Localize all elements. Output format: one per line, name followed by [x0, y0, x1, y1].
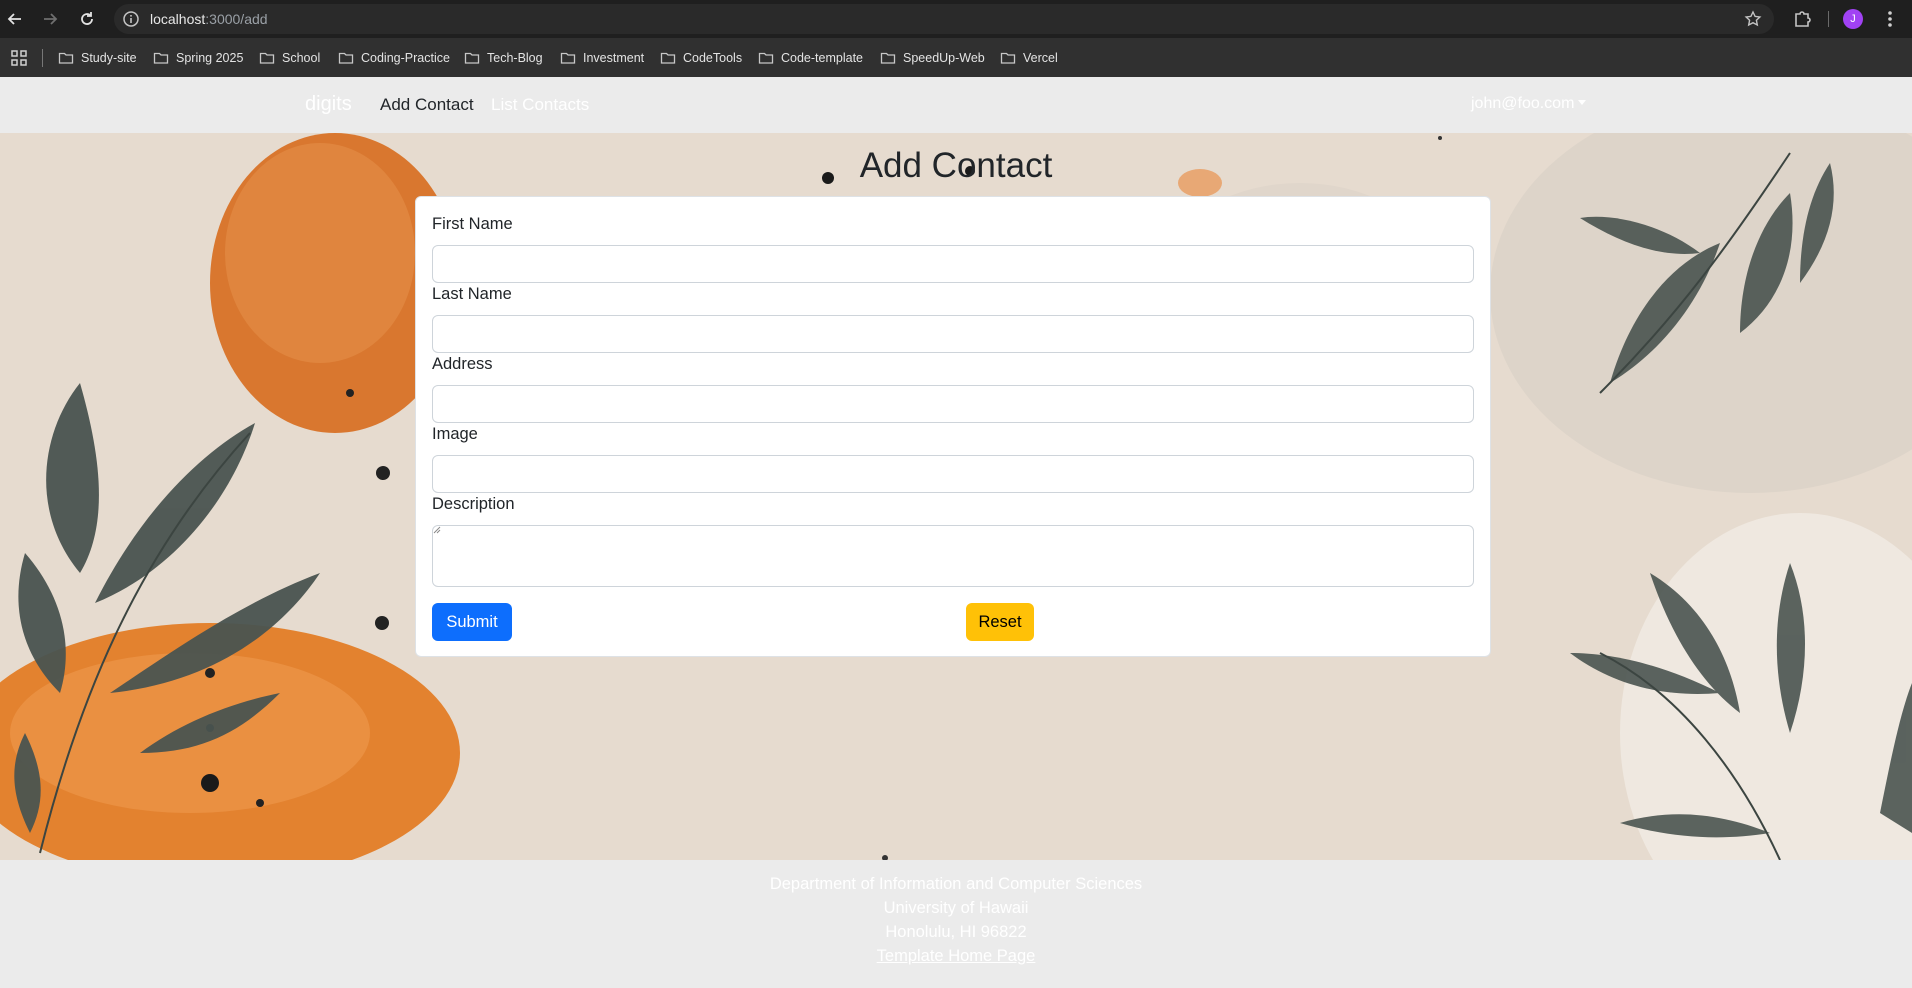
- bookmarks-bar: Study-site Spring 2025 School Coding-Pra…: [0, 38, 1912, 77]
- footer-university: University of Hawaii: [883, 899, 1029, 917]
- bookmark-study-site[interactable]: Study-site: [58, 47, 137, 69]
- folder-icon: [259, 52, 275, 64]
- reload-icon[interactable]: [75, 7, 99, 31]
- bookmark-vercel[interactable]: Vercel: [1000, 47, 1058, 69]
- reset-button[interactable]: Reset: [966, 603, 1034, 641]
- footer-department: Department of Information and Computer S…: [769, 875, 1143, 893]
- chevron-down-icon: [1578, 100, 1587, 105]
- bookmark-spring-2025[interactable]: Spring 2025: [153, 47, 243, 69]
- bookmark-investment[interactable]: Investment: [560, 47, 644, 69]
- extensions-icon[interactable]: [1792, 8, 1814, 30]
- folder-icon: [560, 52, 576, 64]
- forward-icon[interactable]: [38, 7, 62, 31]
- background-hero: Add Contact First Name Last Name Address…: [0, 133, 1912, 860]
- address-input[interactable]: [432, 385, 1474, 423]
- folder-icon: [464, 52, 480, 64]
- profile-avatar[interactable]: J: [1843, 9, 1863, 29]
- bookmark-school[interactable]: School: [259, 47, 320, 69]
- brand-logo[interactable]: digits: [305, 93, 352, 116]
- page-title: Add Contact: [859, 146, 1053, 185]
- user-dropdown[interactable]: john@foo.com: [1471, 95, 1587, 113]
- last-name-input[interactable]: [432, 315, 1474, 353]
- folder-icon: [338, 52, 354, 64]
- bookmark-star-icon[interactable]: [1744, 10, 1762, 28]
- folder-icon: [58, 52, 74, 64]
- bookmark-coding-practice[interactable]: Coding-Practice: [338, 47, 450, 69]
- bookmarks-divider: [42, 49, 43, 67]
- nav-list-contacts[interactable]: List Contacts: [491, 95, 589, 115]
- folder-icon: [660, 52, 676, 64]
- address-bar[interactable]: localhost:3000/add: [114, 4, 1774, 34]
- description-textarea[interactable]: [432, 525, 1474, 587]
- nav-add-contact[interactable]: Add Contact: [380, 95, 474, 115]
- site-info-icon[interactable]: [122, 10, 140, 28]
- folder-icon: [1000, 52, 1016, 64]
- bookmark-code-template[interactable]: Code-template: [758, 47, 863, 69]
- image-input[interactable]: [432, 455, 1474, 493]
- folder-icon: [880, 52, 896, 64]
- menu-kebab-icon[interactable]: [1880, 8, 1900, 30]
- resize-grip-icon[interactable]: [433, 526, 441, 534]
- first-name-label: First Name: [432, 215, 513, 233]
- footer-address: Honolulu, HI 96822: [885, 923, 1027, 941]
- web-page: digits Add Contact List Contacts john@fo…: [0, 77, 1912, 988]
- image-label: Image: [432, 425, 478, 443]
- address-label: Address: [432, 355, 493, 373]
- site-navbar: digits Add Contact List Contacts john@fo…: [0, 77, 1912, 133]
- site-footer: Department of Information and Computer S…: [0, 860, 1912, 988]
- bookmark-codetools[interactable]: CodeTools: [660, 47, 742, 69]
- apps-grid-icon[interactable]: [10, 49, 28, 67]
- browser-toolbar: localhost:3000/add J: [0, 0, 1912, 38]
- folder-icon: [758, 52, 774, 64]
- first-name-input[interactable]: [432, 245, 1474, 283]
- description-label: Description: [432, 495, 515, 513]
- folder-icon: [153, 52, 169, 64]
- submit-button[interactable]: Submit: [432, 603, 512, 641]
- bookmark-speedup-web[interactable]: SpeedUp-Web: [880, 47, 985, 69]
- bookmark-tech-blog[interactable]: Tech-Blog: [464, 47, 543, 69]
- last-name-label: Last Name: [432, 285, 512, 303]
- url-text: localhost:3000/add: [150, 11, 268, 27]
- back-icon[interactable]: [3, 7, 27, 31]
- toolbar-divider: [1828, 11, 1829, 27]
- template-home-link[interactable]: Template Home Page: [877, 947, 1036, 965]
- add-contact-form: First Name Last Name Address Image Descr…: [415, 196, 1491, 657]
